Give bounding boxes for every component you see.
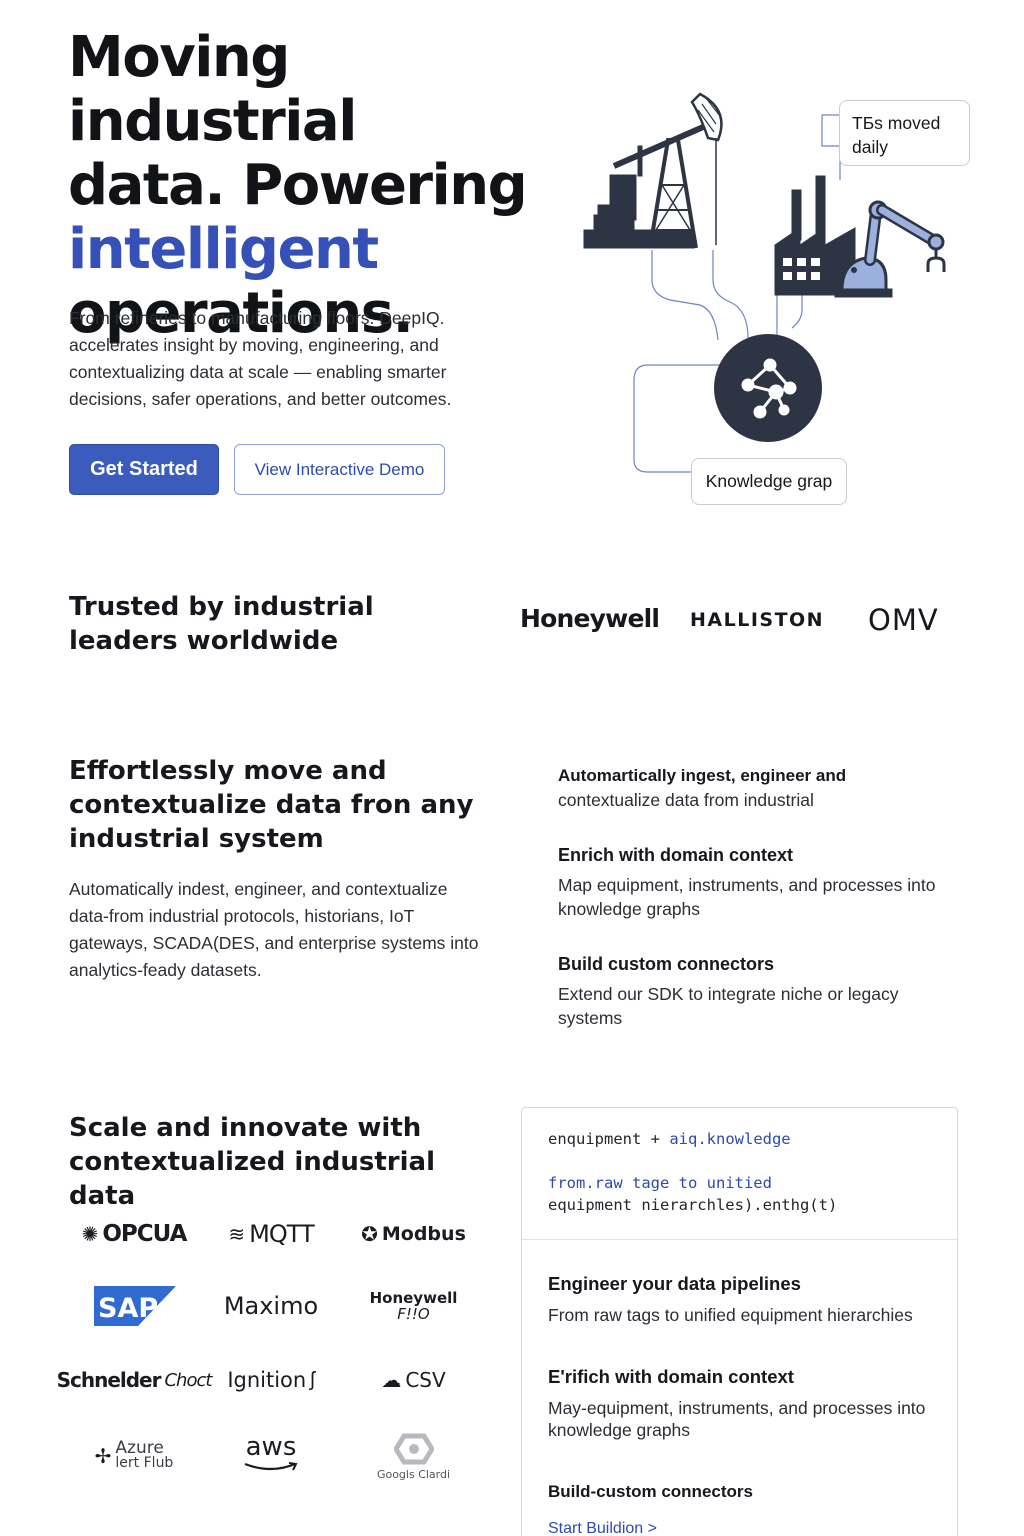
code-feature-panel: enquipment + aiq.knowledge from.raw tage… (521, 1107, 958, 1536)
aws-logo: aws (206, 1424, 336, 1480)
panel-feature-title: Engineer your data pipelines (548, 1273, 801, 1294)
honeywell-forge-logo: Honeywell F!!O (346, 1278, 481, 1334)
panel-feature-description: From raw tags to unified equipment hiera… (548, 1305, 913, 1325)
azure-logo: ✢ Azure lert Flub (69, 1428, 199, 1484)
flame-icon: ʃ (310, 1368, 315, 1391)
modbus-label: Modbus (381, 1223, 466, 1245)
opcua-logo: ✺ OPCUA (69, 1206, 199, 1262)
hero-description: From refineries to manufacturing floors.… (69, 308, 452, 409)
mqtt-icon: ≋ (228, 1223, 246, 1246)
sap-icon: SAP (94, 1286, 176, 1326)
honeywell-forge-label: Honeywell (369, 1289, 458, 1307)
panel-feature: Engineer your data pipelines From raw ta… (548, 1272, 938, 1326)
ignition-logo: Ignition ʃ (206, 1352, 336, 1408)
maximo-logo: Maximo (206, 1278, 336, 1334)
google-cloud-label: Googls Clardi (376, 1467, 451, 1481)
feature-item: Build custom connectors Extend our SDK t… (558, 952, 958, 1030)
view-demo-button[interactable]: View Interactive Demo (234, 444, 445, 495)
get-started-button[interactable]: Get Started (69, 444, 219, 495)
modbus-logo: ✪ Modbus (346, 1206, 481, 1262)
feature-title: Automartically ingest, engineer and (558, 766, 847, 785)
mqtt-label: MQTT (249, 1220, 314, 1248)
azure-label: Azure (115, 1438, 164, 1458)
azure-sub: lert Flub (115, 1455, 174, 1471)
halliston-logo: HALLISTON (690, 609, 825, 631)
feature-description: Map equipment, instruments, and processe… (558, 875, 936, 919)
csv-logo: ☁ CSV (346, 1352, 481, 1408)
code-line: enquipment + aiq.knowledge (548, 1130, 791, 1148)
trusted-title: Trusted by industrial leaders worldwide (69, 592, 374, 656)
schneider-logo: Schnelder Choct (57, 1352, 213, 1408)
csv-label: CSV (405, 1368, 446, 1392)
hero-title: Moving industrial data. Powering intelli… (68, 26, 568, 346)
schneider-sub: Choct (164, 1369, 212, 1391)
ignition-label: Ignition (227, 1368, 307, 1392)
schneider-label: Schnelder (56, 1368, 162, 1392)
feature-title: Build custom connectors (558, 954, 775, 974)
code-line: from.raw tage to unitied (548, 1174, 772, 1192)
oil-pump-icon (583, 92, 723, 249)
modbus-icon: ✪ (361, 1223, 378, 1246)
azure-text: Azure lert Flub (115, 1438, 174, 1471)
code-token-keyword: aiq.knowledge (669, 1130, 791, 1148)
panel-feature-description: May-equipment, instruments, and processe… (548, 1398, 926, 1440)
aws-label: aws (245, 1432, 297, 1462)
knowledge-graph-icon (714, 334, 822, 442)
code-snippet: enquipment + aiq.knowledge from.raw tage… (548, 1128, 938, 1216)
section3-title: Scale and innovate with contextualized i… (69, 1113, 435, 1211)
code-line: equipment nierarchles).enthg(t) (548, 1196, 838, 1214)
section2-title: Effortlessly move and contextualize data… (69, 756, 474, 854)
omv-logo: OMV (868, 603, 939, 637)
panel-feature-title: E'rifich with domain context (548, 1366, 794, 1387)
maximo-label: Maximo (223, 1292, 319, 1320)
code-blank (548, 1150, 938, 1172)
sap-logo: SAP (69, 1278, 199, 1334)
knowledge-graph-callout: Knowledge grap (691, 458, 847, 505)
opcua-label: OPCUA (102, 1221, 187, 1247)
sap-label: SAP (98, 1293, 158, 1324)
hero-title-accent: intelligent (68, 217, 379, 282)
tbs-moved-callout: TБs moved daily (839, 100, 970, 166)
honeywell-logo: Honeywell (520, 604, 660, 633)
start-building-link[interactable]: Start Buildion > (548, 1520, 657, 1536)
cloud-icon: ☁ (381, 1369, 402, 1392)
feature-title: Enrich with domain context (558, 845, 794, 865)
panel-divider (522, 1239, 957, 1240)
feature-item: Automartically ingest, engineer and cont… (558, 764, 958, 812)
honeywell-forge-sub: F!!O (397, 1305, 430, 1323)
google-cloud-logo: Googls Clardi (346, 1428, 481, 1484)
opcua-icon: ✺ (81, 1223, 99, 1246)
panel-feature-title: Build-custom connectors (548, 1482, 753, 1501)
hero-title-line: data. Powering (68, 153, 528, 218)
azure-icon: ✢ (94, 1445, 112, 1468)
feature-description: Extend our SDK to integrate niche or leg… (558, 984, 899, 1028)
hero-title-line: Moving industrial (68, 25, 357, 154)
code-token: enquipment + (548, 1130, 670, 1148)
feature-description: contextualize data from industrial (558, 790, 814, 810)
aws-smile-icon (244, 1462, 298, 1471)
panel-feature: Build-custom connectors (548, 1480, 938, 1504)
mqtt-logo: ≋ MQTT (206, 1206, 336, 1262)
section2-description: Automatically indest, engineer, and cont… (69, 879, 479, 980)
google-cloud-icon (393, 1433, 434, 1464)
integrations-grid: ✺ OPCUA ≋ MQTT ✪ Modbus SAP Maximo Honey… (57, 1206, 469, 1506)
feature-item: Enrich with domain context Map equipment… (558, 843, 958, 921)
panel-feature: E'rifich with domain context May-equipme… (548, 1365, 938, 1441)
